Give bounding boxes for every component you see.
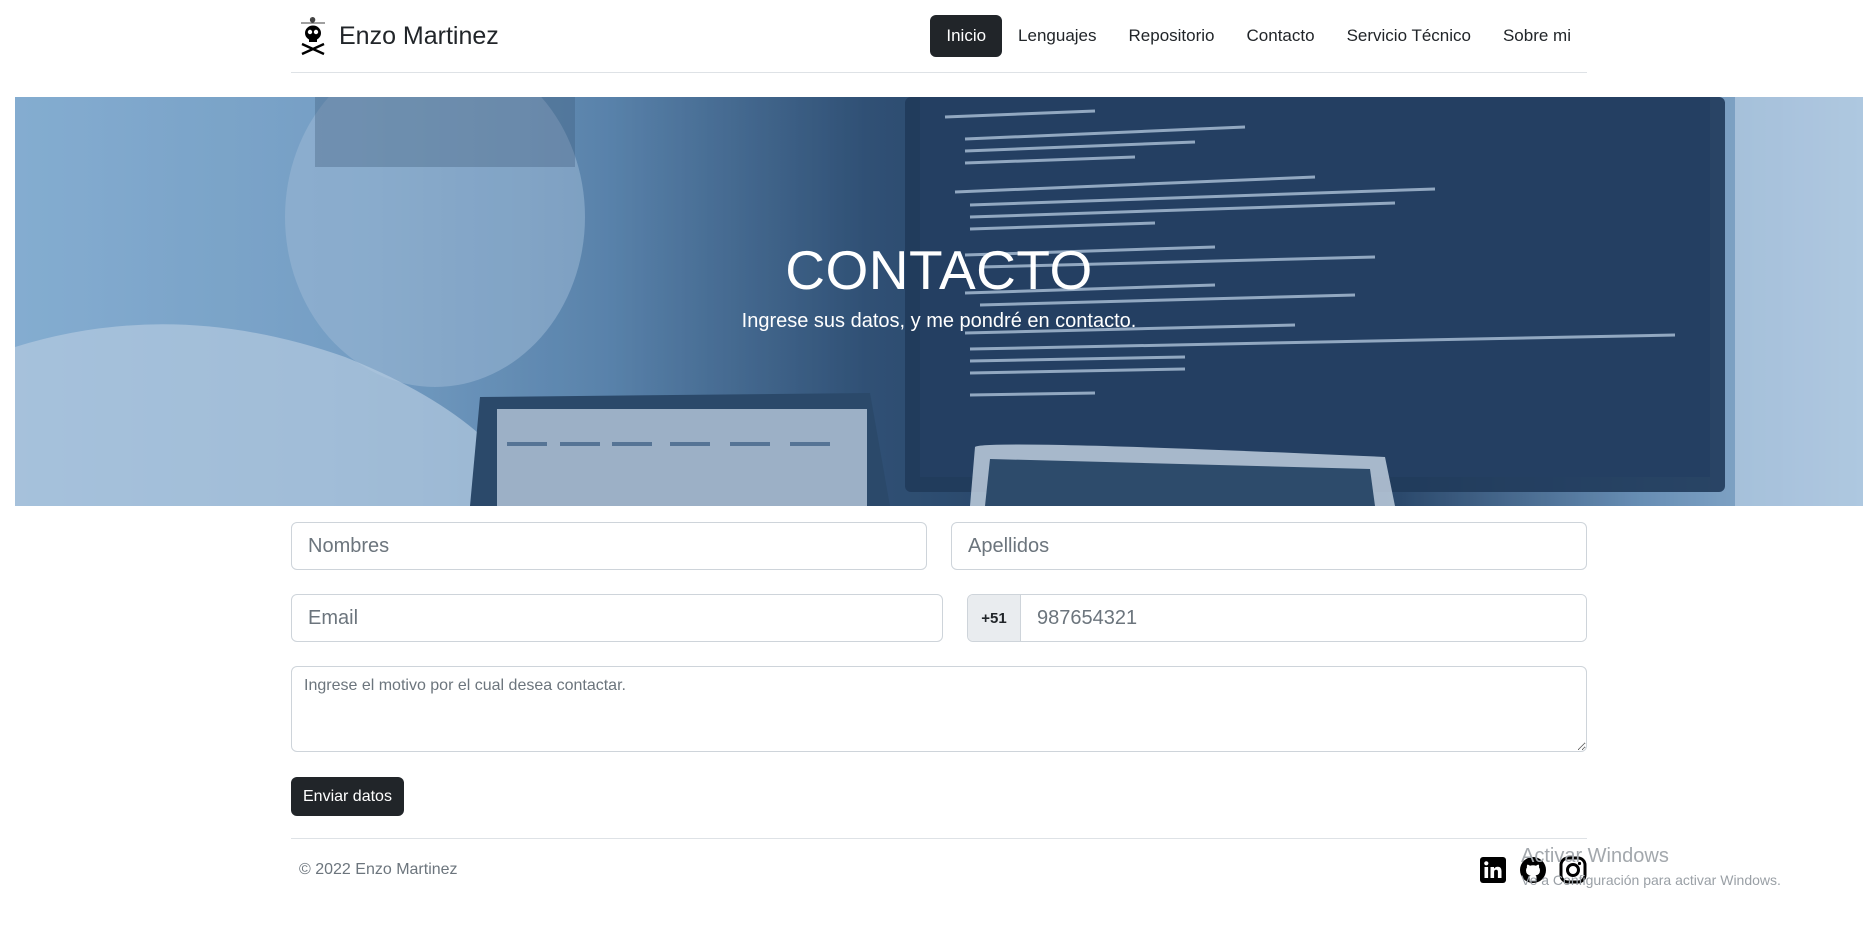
nav-item-sobre-mi[interactable]: Sobre mi — [1487, 15, 1587, 57]
hero-subtitle: Ingrese sus datos, y me pondré en contac… — [741, 310, 1137, 333]
hero-banner: CONTACTO Ingrese sus datos, y me pondré … — [15, 97, 1863, 506]
brand-name: Enzo Martinez — [339, 21, 499, 50]
skull-logo-icon: ⚫ — [299, 17, 327, 56]
main-nav: Inicio Lenguajes Repositorio Contacto Se… — [930, 15, 1587, 57]
github-icon[interactable] — [1519, 856, 1547, 884]
form-row-contact: +51 — [291, 594, 1587, 642]
instagram-icon[interactable] — [1559, 856, 1587, 884]
svg-text:⚫: ⚫ — [310, 17, 316, 24]
phone-input-group: +51 — [967, 594, 1587, 642]
form-row-names — [291, 522, 1587, 570]
hero-title: CONTACTO — [785, 239, 1093, 301]
nav-item-inicio[interactable]: Inicio — [930, 15, 1003, 57]
phone-prefix: +51 — [968, 595, 1021, 641]
brand[interactable]: ⚫ Enzo Martinez — [297, 16, 499, 56]
copyright-text: © 2022 Enzo Martinez — [299, 860, 458, 878]
email-input[interactable] — [291, 594, 943, 642]
phone-input[interactable] — [1021, 595, 1586, 641]
submit-button[interactable]: Enviar datos — [291, 777, 404, 816]
nav-item-servicio-tecnico[interactable]: Servicio Técnico — [1331, 15, 1487, 57]
nav-item-contacto[interactable]: Contacto — [1231, 15, 1331, 57]
social-links — [1479, 856, 1587, 884]
nav-item-repositorio[interactable]: Repositorio — [1113, 15, 1231, 57]
last-name-input[interactable] — [951, 522, 1587, 570]
contact-form: +51 Enviar datos — [291, 522, 1587, 816]
hero-content: CONTACTO Ingrese sus datos, y me pondré … — [15, 239, 1863, 333]
first-name-input[interactable] — [291, 522, 927, 570]
linkedin-icon[interactable] — [1479, 856, 1507, 884]
site-header: ⚫ Enzo Martinez Inicio Lenguajes Reposit… — [291, 0, 1587, 73]
message-textarea[interactable] — [291, 666, 1587, 752]
nav-item-lenguajes[interactable]: Lenguajes — [1002, 15, 1112, 57]
site-footer: © 2022 Enzo Martinez — [291, 838, 1587, 900]
